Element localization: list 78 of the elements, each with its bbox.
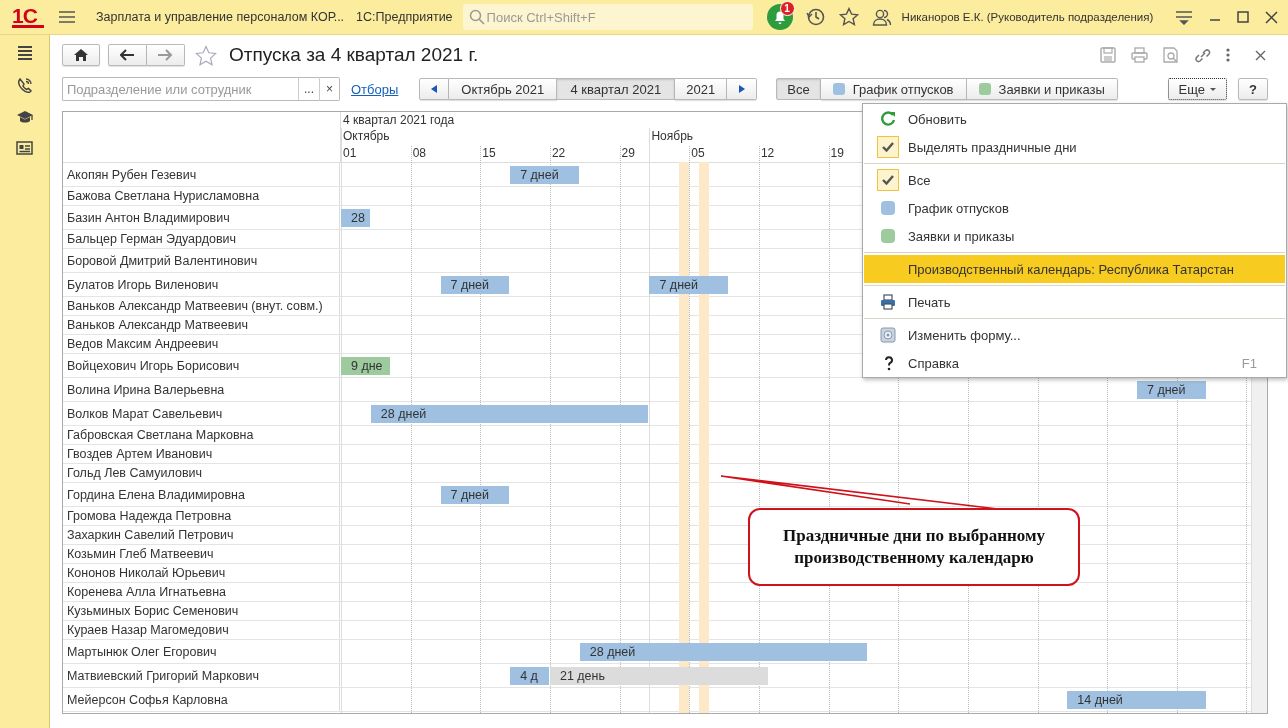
employee-name: Гордина Елена Владимировна: [63, 483, 340, 506]
vacation-bar[interactable]: 7 дней: [1137, 381, 1206, 399]
employee-name: Акопян Рубен Гезевич: [63, 163, 340, 186]
period-button[interactable]: 2021: [675, 78, 728, 100]
employee-name: Мартынюк Олег Егорович: [63, 640, 340, 663]
month-header: Октябрь: [343, 129, 390, 143]
shortcut-label: F1: [1241, 355, 1257, 371]
menu-item[interactable]: Производственный календарь: Республика Татарстан: [864, 255, 1285, 283]
vacation-bar[interactable]: 14 дней: [1067, 691, 1206, 709]
week-label: 19: [830, 146, 844, 160]
vacation-bar[interactable]: 28 дней: [370, 405, 649, 423]
product-name: 1С:Предприятие: [356, 10, 453, 24]
week-label: 29: [621, 146, 635, 160]
app-logo: 1С: [12, 6, 44, 28]
menu-item[interactable]: Заявки и приказы: [864, 222, 1285, 250]
select-button[interactable]: ...: [298, 77, 319, 101]
menu-item[interactable]: Выделять праздничные дни: [864, 133, 1285, 161]
callout-note: Праздничные дни по выбранному производственному календарю: [748, 508, 1080, 586]
view-filter-button[interactable]: Заявки и приказы: [966, 78, 1118, 100]
employee-name: Матвиевский Григорий Маркович: [63, 664, 340, 687]
clear-button[interactable]: ×: [319, 77, 340, 101]
vacation-bar[interactable]: 7 дней: [440, 276, 510, 294]
employee-name: Козьмин Глеб Матвеевич: [63, 545, 340, 563]
vacation-bar[interactable]: 28 дней: [579, 643, 868, 661]
menu-item[interactable]: График отпусков: [864, 194, 1285, 222]
employee-name: Бажова Светлана Нурисламовна: [63, 187, 340, 205]
view-filter-button[interactable]: Все: [776, 78, 821, 100]
employee-name: Захаркин Савелий Петрович: [63, 526, 340, 544]
employee-name: Гольд Лев Самуилович: [63, 464, 340, 482]
menu-item[interactable]: Все: [864, 166, 1285, 194]
view-filter-button[interactable]: График отпусков: [820, 78, 967, 100]
menu-item[interactable]: Печать: [864, 288, 1285, 316]
week-label: 22: [551, 146, 566, 160]
vacation-bar[interactable]: 9 дне: [341, 357, 390, 375]
menu-item[interactable]: Изменить форму...: [864, 321, 1285, 349]
employee-name: Коренева Алла Игнатьевна: [63, 583, 340, 601]
vacation-bar[interactable]: 21 день: [549, 667, 768, 685]
more-button[interactable]: Еще: [1167, 78, 1227, 100]
period-button[interactable]: 4 квартал 2021: [557, 78, 676, 100]
employee-name: Волина Ирина Валерьевна: [63, 378, 340, 401]
period-header: 4 квартал 2021 года: [343, 113, 455, 127]
vacation-bar[interactable]: 28: [341, 209, 370, 227]
search-field[interactable]: Поиск Ctrl+Shift+F: [462, 4, 753, 30]
week-label: 12: [760, 146, 775, 160]
user-name[interactable]: Никаноров Е.К. (Руководитель подразделения): [901, 11, 1154, 23]
vacation-bar[interactable]: 7 дней: [510, 166, 579, 184]
menu-item[interactable]: Обновить: [864, 105, 1285, 133]
menu-item[interactable]: Справка F1: [864, 349, 1285, 377]
week-label: 01: [343, 146, 357, 160]
employee-name: Габровская Светлана Марковна: [63, 426, 340, 444]
employee-name: Громова Надежда Петровна: [63, 507, 340, 525]
employee-name: Ваньков Александр Матвеевич: [63, 316, 340, 334]
help-button[interactable]: ?: [1238, 78, 1268, 100]
period-button[interactable]: Октябрь 2021: [449, 78, 558, 100]
week-label: 05: [691, 146, 705, 160]
form-title: Отпуска за 4 квартал 2021 г.: [229, 44, 479, 66]
week-label: 15: [482, 146, 496, 160]
employee-name: Войцехович Игорь Борисович: [63, 354, 340, 377]
vacation-bar[interactable]: 7 дней: [440, 486, 510, 504]
vacation-bar[interactable]: 4 д: [510, 667, 549, 685]
employee-name: Булатов Игорь Виленович: [63, 273, 340, 296]
employee-name: Волков Марат Савельевич: [63, 402, 340, 425]
employee-name: Бальцер Герман Эдуардович: [63, 230, 340, 248]
employee-filter-field[interactable]: Подразделение или сотрудник: [62, 77, 298, 101]
week-label: 08: [412, 146, 426, 160]
employee-name: Кузьминых Борис Семенович: [63, 602, 340, 620]
vacation-bar[interactable]: 7 дней: [649, 276, 729, 294]
app-title: Зарплата и управление персоналом КОР...: [96, 10, 345, 24]
employee-name: Боровой Дмитрий Валентинович: [63, 249, 340, 272]
employee-name: Мейерсон Софья Карловна: [63, 688, 340, 711]
employee-name: Кураев Назар Магомедович: [63, 621, 340, 639]
employee-name: Ваньков Александр Матвеевич (внут. совм.): [63, 297, 340, 315]
filters-link[interactable]: Отборы: [351, 81, 399, 97]
employee-name: Ведов Максим Андреевич: [63, 335, 340, 353]
employee-name: Гвоздев Артем Иванович: [63, 445, 340, 463]
employee-name: Базин Антон Владимирович: [63, 206, 340, 229]
employee-name: Кононов Николай Юрьевич: [63, 564, 340, 582]
month-header: Ноябрь: [651, 129, 694, 143]
